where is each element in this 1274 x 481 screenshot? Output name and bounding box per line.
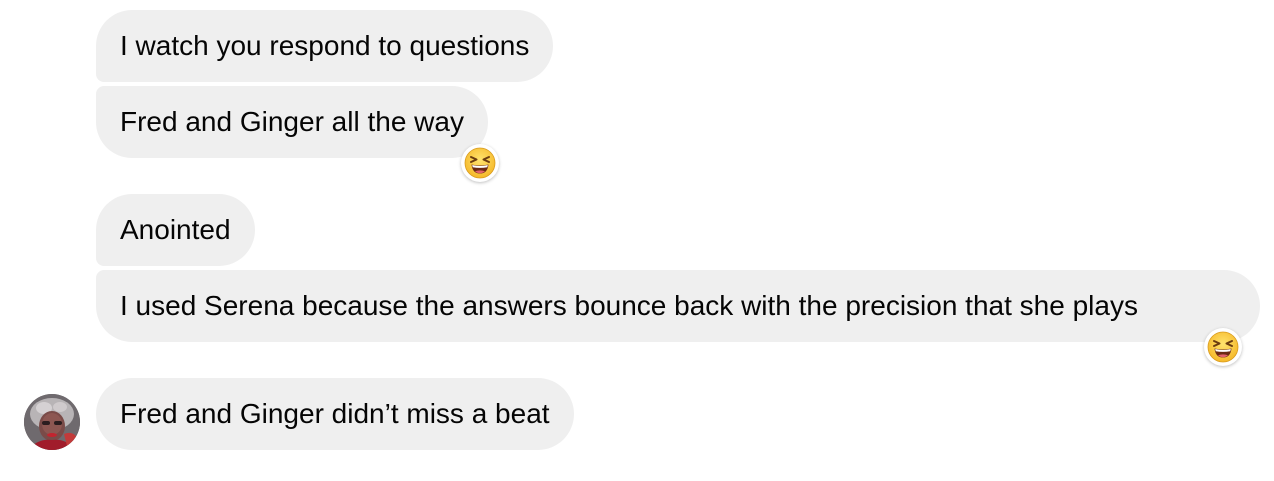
message-text: Fred and Ginger all the way [120, 106, 464, 137]
avatar-image [24, 394, 80, 450]
message-bubble[interactable]: I watch you respond to questions [96, 10, 554, 82]
message-bubble[interactable]: Fred and Ginger all the way [96, 86, 488, 158]
message-bubble[interactable]: Fred and Ginger didn’t miss a beat [96, 378, 574, 450]
laughing-squint-emoji-icon [1207, 331, 1239, 363]
laughing-squint-emoji-icon[interactable] [1204, 328, 1242, 366]
message-bubble[interactable]: Anointed [96, 194, 255, 266]
laughing-squint-emoji-icon[interactable] [461, 144, 499, 182]
message-text: I used Serena because the answers bounce… [120, 290, 1138, 321]
message-text: Anointed [120, 214, 231, 245]
avatar[interactable] [24, 394, 80, 450]
laughing-squint-emoji-icon [464, 147, 496, 179]
message-text: Fred and Ginger didn’t miss a beat [120, 398, 550, 429]
message-bubble[interactable]: I used Serena because the answers bounce… [96, 270, 1260, 342]
message-text: I watch you respond to questions [120, 30, 530, 61]
